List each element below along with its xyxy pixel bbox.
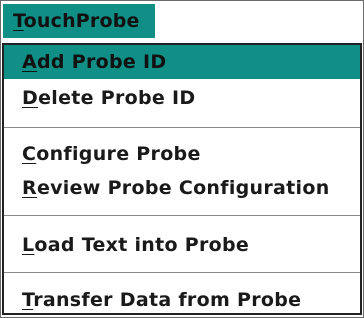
menu-item-mnemonic: R	[22, 177, 37, 199]
menu-item-label: onfigure Probe	[36, 143, 201, 165]
application-window: TouchProbe Add Probe ID Delete Probe ID …	[0, 0, 364, 318]
menu-bar: TouchProbe	[1, 1, 363, 41]
menu-item-label: eview Probe Configuration	[36, 177, 330, 199]
menu-item-load-text-into-probe[interactable]: Load Text into Probe	[4, 228, 360, 262]
menu-item-mnemonic: C	[22, 143, 37, 165]
menu-touchprobe[interactable]: TouchProbe	[3, 4, 155, 38]
menu-separator	[4, 215, 360, 216]
menu-separator	[4, 127, 360, 128]
menu-item-review-probe-configuration[interactable]: Review Probe Configuration	[4, 171, 360, 205]
menu-item-mnemonic: D	[22, 87, 39, 109]
menu-item-mnemonic: A	[22, 51, 38, 73]
menu-item-transfer-data-from-probe[interactable]: Transfer Data from Probe	[4, 283, 360, 317]
menu-item-label: elete Probe ID	[38, 87, 196, 109]
menu-item-label: ransfer Data from Probe	[33, 289, 302, 311]
menu-item-mnemonic: T	[22, 289, 34, 311]
menu-separator	[4, 272, 360, 273]
touchprobe-dropdown-menu: Add Probe ID Delete Probe ID Configure P…	[2, 43, 362, 315]
menu-item-label: dd Probe ID	[37, 51, 167, 73]
menu-touchprobe-mnemonic: T	[13, 10, 24, 32]
menu-item-label: oad Text into Probe	[34, 234, 250, 256]
menu-touchprobe-label: ouchProbe	[23, 10, 140, 32]
menu-item-add-probe-id[interactable]: Add Probe ID	[4, 45, 360, 79]
menu-item-mnemonic: L	[22, 234, 35, 256]
menu-item-delete-probe-id[interactable]: Delete Probe ID	[4, 81, 360, 115]
menu-item-configure-probe[interactable]: Configure Probe	[4, 137, 360, 171]
